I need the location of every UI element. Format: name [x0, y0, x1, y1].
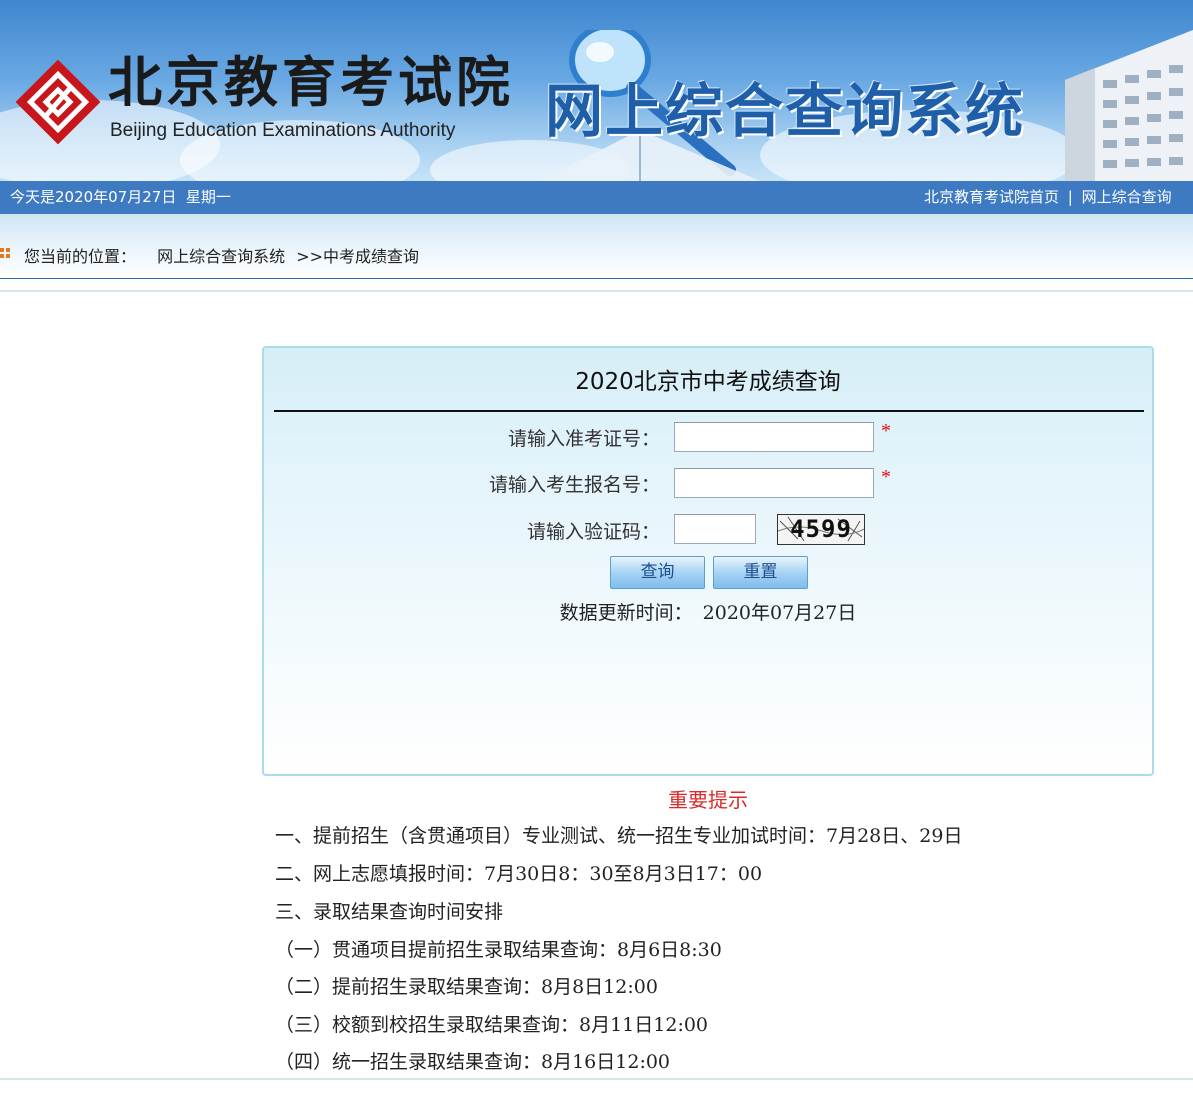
notice-line: （四）统一招生录取结果查询：8月16日12:00	[275, 1051, 671, 1073]
captcha-label: 请输入验证码：	[526, 521, 660, 543]
link-separator: |	[1067, 188, 1073, 206]
notice-line: （三）校额到校招生录取结果查询：8月11日12:00	[275, 1014, 709, 1036]
notice-line: （一）贯通项目提前招生录取结果查询：8月6日8:30	[275, 939, 722, 961]
registration-no-input[interactable]	[674, 468, 874, 498]
current-date: 今天是2020年07月27日 星期一	[10, 188, 231, 206]
update-time-label: 数据更新时间：	[559, 602, 693, 624]
query-button[interactable]: 查询	[610, 556, 705, 589]
exam-id-input[interactable]	[674, 422, 874, 452]
captcha-input[interactable]	[674, 514, 756, 544]
registration-no-label: 请输入考生报名号：	[488, 474, 660, 496]
link-online-query[interactable]: 网上综合查询	[1082, 188, 1172, 206]
breadcrumb-prefix: 您当前的位置：	[24, 247, 137, 266]
org-name-cn: 北京教育考试院	[108, 50, 514, 114]
notice-line: 三、录取结果查询时间安排	[275, 901, 504, 923]
breadcrumb-grid-icon	[0, 248, 12, 260]
captcha-text: 4599	[790, 515, 852, 543]
beijing-education-exam-logo-icon	[15, 59, 101, 145]
notice-line: 一、提前招生（含贯通项目）专业测试、统一招生专业加试时间：7月28日、29日	[275, 825, 963, 847]
top-links: 北京教育考试院首页 | 网上综合查询	[924, 181, 1172, 214]
update-time-value: 2020年07月27日	[702, 602, 857, 624]
footer-divider	[0, 1078, 1193, 1080]
breadcrumb: 您当前的位置： 网上综合查询系统 >>中考成绩查询	[24, 243, 419, 267]
notice-title: 重要提示	[668, 788, 748, 812]
captcha-image[interactable]: 4599	[777, 514, 865, 545]
notice-line: （二）提前招生录取结果查询：8月8日12:00	[275, 976, 658, 998]
breadcrumb-item-online-query[interactable]: 网上综合查询系统	[157, 247, 285, 266]
exam-id-label: 请输入准考证号：	[507, 428, 660, 450]
required-mark: *	[881, 420, 891, 442]
link-exam-authority-home[interactable]: 北京教育考试院首页	[924, 188, 1059, 206]
data-update-time: 数据更新时间： 2020年07月27日	[264, 598, 1152, 625]
score-query-panel: 2020北京市中考成绩查询 请输入准考证号： * 请输入考生报名号： * 请输入…	[262, 346, 1154, 776]
header-banner: 北京教育考试院 Beijing Education Examinations A…	[0, 0, 1193, 181]
system-title: 网上综合查询系统	[545, 77, 1026, 145]
breadcrumb-bar: 您当前的位置： 网上综合查询系统 >>中考成绩查询	[0, 214, 1193, 279]
panel-title: 2020北京市中考成绩查询	[575, 369, 841, 395]
date-bar: 今天是2020年07月27日 星期一 北京教育考试院首页 | 网上综合查询	[0, 181, 1193, 214]
org-name-en: Beijing Education Examinations Authority	[110, 120, 456, 141]
building-illustration	[1065, 30, 1193, 181]
divider	[0, 290, 1193, 292]
notice-line: 二、网上志愿填报时间：7月30日8：30至8月3日17：00	[275, 863, 763, 885]
panel-divider	[274, 410, 1144, 412]
breadcrumb-item-current: >>中考成绩查询	[296, 247, 420, 266]
required-mark: *	[881, 466, 891, 488]
reset-button[interactable]: 重置	[713, 556, 808, 589]
